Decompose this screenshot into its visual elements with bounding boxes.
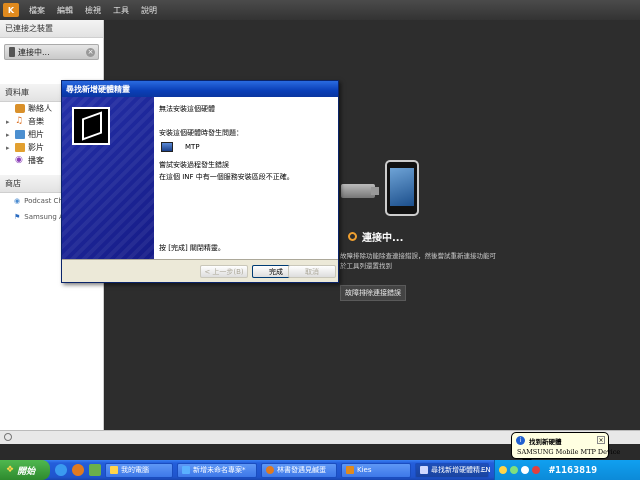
tray-volume-icon[interactable] [521,466,529,474]
back-button[interactable]: < 上一步(B) [200,265,248,278]
kies-logo-icon: K [3,3,19,17]
menu-file[interactable]: 檔案 [29,5,45,16]
wizard-error-title: 嘗試安裝過程發生錯誤 [159,161,229,169]
troubleshoot-button[interactable]: 故障排除連接錯誤 [340,285,406,301]
sidebar-item-label: 影片 [28,143,44,152]
computer-icon [110,466,118,474]
wizard-side-banner [62,97,154,259]
wizard-body: 無法安裝這個硬體 安裝這個硬體時發生問題： MTP 嘗試安裝過程發生錯誤 在這個… [62,97,338,259]
task-hardware-wizard[interactable]: 尋找新增硬體精... [415,462,489,478]
app-menubar: K 檔案 編輯 檢視 工具 說明 [0,0,640,20]
wizard-divider [62,259,338,260]
hardware-icon [72,107,110,145]
project-icon [182,466,190,474]
photo-icon [15,130,25,139]
wizard-content: 無法安裝這個硬體 安裝這個硬體時發生問題： MTP 嘗試安裝過程發生錯誤 在這個… [159,101,335,183]
task-kies[interactable]: Kies [341,462,411,478]
wizard-problem-text: 安裝這個硬體時發生問題： [159,129,243,137]
wizard-heading: 無法安裝這個硬體 [159,105,215,113]
samsung-apps-icon: ⚑ [14,213,21,221]
start-button[interactable]: ❖ 開始 [0,460,50,480]
balloon-text: SAMSUNG Mobile MTP Device [517,448,621,456]
expand-arrow-icon[interactable]: ▸ [6,131,12,139]
clock-label: #1163819 [549,464,598,476]
balloon-title: 找到新硬體 [529,438,562,446]
cancel-button[interactable]: 取消 [288,265,336,278]
connecting-status: 連接中... [348,229,403,244]
search-icon[interactable] [4,433,12,441]
device-row: MTP [161,139,335,155]
sidebar-item-label: 播客 [28,156,44,165]
task-my-computer[interactable]: 我的電腦 [105,462,173,478]
close-icon[interactable]: × [86,47,95,57]
expand-arrow-icon[interactable]: ▸ [6,144,12,152]
wizard-finish-note: 按 [完成] 關閉精靈。 [159,244,225,252]
taskbar: ❖ 開始 我的電腦 新增未命名專案* 林書發遇見鹹蛋 Kies 尋找新增硬體精.… [0,460,640,480]
menu-tools[interactable]: 工具 [113,5,129,16]
wizard-title[interactable]: 尋找新增硬體精靈 [62,81,338,97]
spinner-icon [348,232,357,241]
browser-icon [266,466,274,474]
language-indicator[interactable]: EN [481,466,491,474]
video-icon [15,143,25,152]
podcast-icon: ◉ [15,155,23,165]
usb-cable-icon [341,184,375,198]
sidebar-item-label: 聯絡人 [28,104,52,113]
task-browser[interactable]: 林書發遇見鹹蛋 [261,462,337,478]
menu-help[interactable]: 說明 [141,5,157,16]
podcast-store-icon: ◉ [14,197,21,205]
connected-device-label: 連接中... [18,47,50,57]
sidebar-item-label: 相片 [28,130,44,139]
wizard-error-detail: 在這個 INF 中有一個服務安裝區段不正確。 [159,173,294,181]
smartphone-icon [385,160,419,216]
connected-devices-header: 已連接之裝置 [0,20,103,38]
device-name: MTP [185,143,200,151]
sidebar-item-label: 音樂 [28,117,44,126]
phone-icon [9,47,15,57]
system-tray: EN #1163819 [481,460,640,480]
menu-edit[interactable]: 編輯 [57,5,73,16]
connected-device-item[interactable]: 連接中... × [4,44,99,60]
contacts-icon [15,104,25,113]
wizard-icon [420,466,428,474]
quicklaunch-ie-icon[interactable] [55,464,67,476]
mtp-device-icon [161,142,173,152]
quicklaunch-desktop-icon[interactable] [89,464,101,476]
new-hardware-balloon[interactable]: i 找到新硬體 × SAMSUNG Mobile MTP Device [511,432,620,464]
tray-security-icon[interactable] [532,466,540,474]
tray-hardware-icon[interactable] [499,466,507,474]
task-new-project[interactable]: 新增未命名專案* [177,462,257,478]
menu-view[interactable]: 檢視 [85,5,101,16]
expand-arrow-icon[interactable]: ▸ [6,118,12,126]
windows-logo-icon: ❖ [6,465,15,475]
tray-network-icon[interactable] [510,466,518,474]
info-icon: i [516,436,525,445]
kies-icon [346,466,354,474]
quicklaunch-firefox-icon[interactable] [72,464,84,476]
close-icon[interactable]: × [597,436,605,444]
music-icon: ♫ [15,116,24,126]
troubleshoot-message: 故障排除功能除查連接錯誤，然後嘗試重新連接功能可於工具列還置找到 [340,252,496,270]
found-new-hardware-wizard: 尋找新增硬體精靈 無法安裝這個硬體 安裝這個硬體時發生問題： MTP 嘗試安裝過… [61,80,339,283]
